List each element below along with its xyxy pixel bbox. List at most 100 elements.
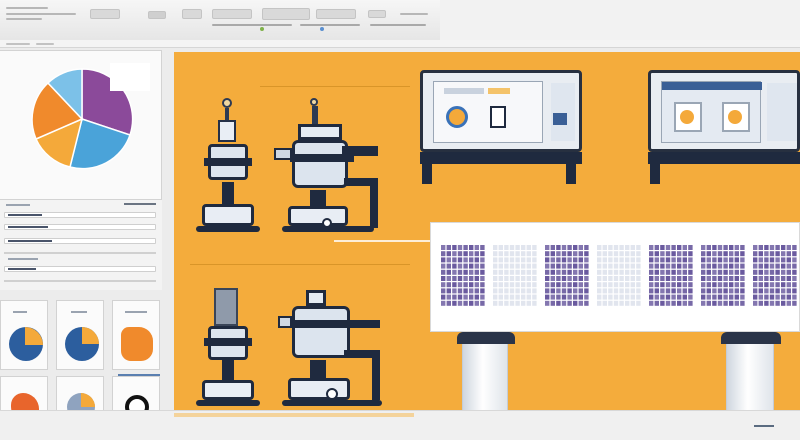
window-icon[interactable]: [182, 9, 202, 19]
menu-icon[interactable]: [148, 11, 166, 19]
solar-cell: [613, 245, 619, 250]
thumbnail-card[interactable]: [112, 300, 160, 370]
solar-cell: [515, 245, 520, 250]
solar-cell: [550, 294, 555, 300]
toolbar-button[interactable]: [262, 8, 310, 20]
solar-cell: [729, 245, 734, 250]
solar-cell: [463, 294, 468, 300]
solar-cell: [636, 276, 641, 281]
solar-cell: [584, 251, 589, 257]
solar-cell: [509, 251, 515, 257]
solar-cell: [602, 288, 607, 294]
solar-cell: [550, 245, 555, 250]
solar-cell: [729, 276, 734, 281]
toolbar-line: [6, 7, 48, 9]
solar-cell: [682, 269, 687, 275]
solar-cell: [567, 269, 572, 275]
solar-cell: [545, 300, 550, 306]
solar-cell: [573, 282, 578, 288]
solar-cell: [556, 257, 561, 263]
solar-cell: [608, 245, 613, 250]
solar-cell: [550, 276, 555, 281]
solar-cell: [567, 245, 572, 250]
solar-cell: [758, 276, 763, 281]
solar-cell: [556, 263, 561, 269]
toolbar-line: [370, 24, 426, 26]
solar-cell: [613, 282, 619, 288]
solar-cell: [515, 263, 520, 269]
solar-cell: [740, 288, 745, 294]
solar-cell: [480, 269, 485, 275]
thumbnail-card[interactable]: [56, 300, 104, 370]
solar-cell: [792, 288, 797, 294]
solar-cell: [526, 294, 531, 300]
solar-cell: [469, 251, 474, 257]
solar-cell: [717, 276, 723, 281]
solar-cell: [775, 276, 780, 281]
solar-cell: [753, 263, 758, 269]
toolbar-button[interactable]: [212, 9, 252, 19]
solar-cell: [578, 282, 583, 288]
solar-cell: [630, 251, 635, 257]
solar-cell: [474, 257, 479, 263]
solar-cell: [550, 251, 555, 257]
solar-cell: [792, 245, 797, 250]
solar-cell: [781, 257, 786, 263]
monitor-icon: [420, 70, 584, 188]
solar-cell: [734, 300, 739, 306]
solar-cell: [526, 282, 531, 288]
solar-cell: [740, 294, 745, 300]
microscope-icon: [196, 288, 280, 410]
solar-cell: [786, 282, 791, 288]
sub-toolbar: [0, 40, 800, 48]
solar-cell: [740, 269, 745, 275]
solar-cell: [463, 269, 468, 275]
solar-cell: [463, 276, 468, 281]
solar-cell: [608, 251, 613, 257]
settings-icon[interactable]: [368, 10, 386, 18]
thumbnail-card[interactable]: [0, 300, 48, 370]
solar-cell: [682, 300, 687, 306]
solar-cell: [775, 282, 780, 288]
toolbar-button[interactable]: [90, 9, 120, 19]
label-line: [8, 258, 38, 260]
solar-cell: [636, 245, 641, 250]
solar-cell: [556, 269, 561, 275]
solar-cell: [573, 257, 578, 263]
solar-cell: [480, 251, 485, 257]
solar-cell: [474, 300, 479, 306]
solar-cell: [786, 294, 791, 300]
solar-cell: [701, 251, 706, 257]
solar-cell: [457, 300, 463, 306]
solar-cell: [619, 269, 624, 275]
solar-cell: [597, 300, 602, 306]
solar-cell: [597, 282, 602, 288]
solar-cell: [712, 263, 717, 269]
solar-cell: [597, 245, 602, 250]
solar-cell: [446, 294, 451, 300]
solar-cell: [584, 257, 589, 263]
solar-cell: [677, 263, 682, 269]
toolbar-button[interactable]: [316, 9, 356, 19]
solar-cell: [457, 263, 463, 269]
toolbar-line: [6, 13, 76, 15]
solar-cell: [625, 263, 630, 269]
solar-cell: [712, 288, 717, 294]
solar-cell: [441, 257, 446, 263]
solar-cell: [753, 300, 758, 306]
solar-cell: [775, 269, 780, 275]
solar-cell: [786, 276, 791, 281]
solar-cell: [769, 282, 775, 288]
solar-cell: [654, 257, 659, 263]
solar-cell: [567, 251, 572, 257]
solar-cell: [480, 245, 485, 250]
solar-cell: [556, 288, 561, 294]
solar-cell: [764, 263, 769, 269]
solar-cell: [504, 276, 509, 281]
solar-cell: [452, 245, 457, 250]
solar-cell: [729, 288, 734, 294]
solar-cell: [688, 300, 693, 306]
solar-cell: [723, 257, 728, 263]
monitor-icon: [648, 70, 800, 188]
solar-cell: [597, 269, 602, 275]
